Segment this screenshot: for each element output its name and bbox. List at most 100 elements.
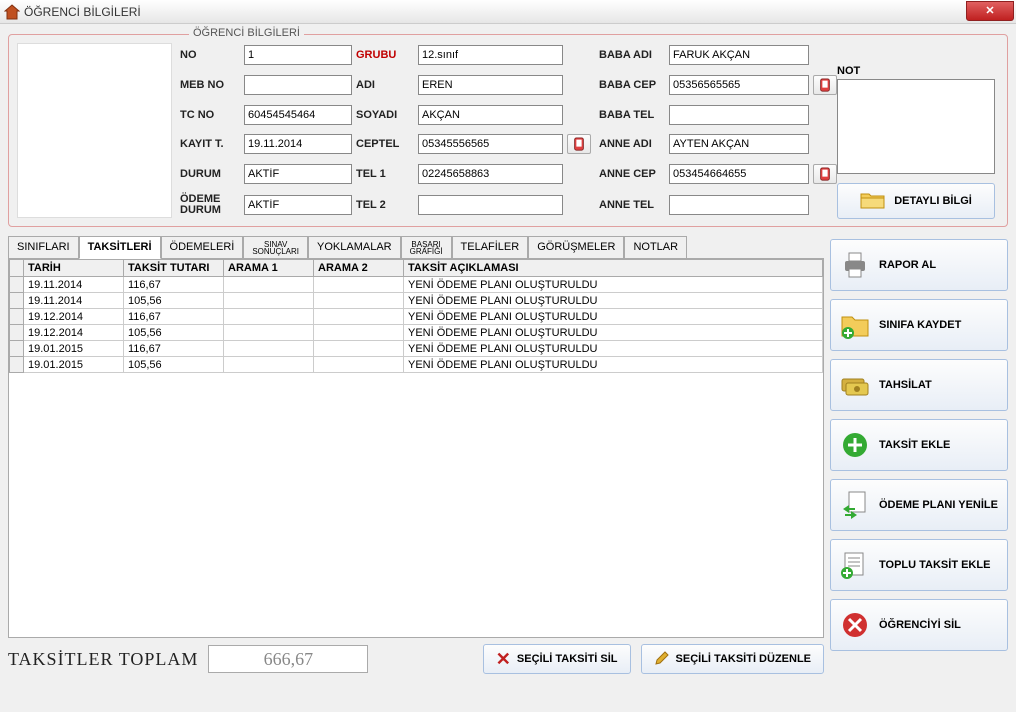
note-box: NOT DETAYLI BİLGİ (837, 65, 995, 219)
tab--demeleri-[interactable]: ÖDEMELERİ (161, 236, 244, 259)
tab-strip: SINIFLARITAKSİTLERİÖDEMELERİSINAVSONUÇLA… (8, 235, 824, 258)
input-annetel[interactable] (669, 195, 809, 215)
table-row[interactable]: 19.11.2014105,56YENİ ÖDEME PLANI OLUŞTUR… (10, 293, 823, 309)
label-soyadi: SOYADI (356, 109, 414, 121)
x-icon: ✕ (496, 649, 511, 670)
window-title: ÖĞRENCİ BİLGİLERİ (24, 5, 141, 19)
input-durum[interactable] (244, 164, 352, 184)
payment-button[interactable]: TAHSİLAT (830, 359, 1008, 411)
tab-panel: SINIFLARITAKSİTLERİÖDEMELERİSINAVSONUÇLA… (8, 235, 824, 674)
input-tel1[interactable] (418, 164, 563, 184)
app-icon (4, 4, 20, 20)
bottom-bar: TAKSİTLER TOPLAM 666,67 ✕ SEÇİLİ TAKSİTİ… (8, 644, 824, 674)
tab-telafi-ler[interactable]: TELAFİLER (452, 236, 529, 259)
label-babacep: BABA CEP (599, 79, 665, 91)
add-installment-button[interactable]: TAKSİT EKLE (830, 419, 1008, 471)
input-babatel[interactable] (669, 105, 809, 125)
label-babaadi: BABA ADI (599, 49, 665, 61)
input-no[interactable] (244, 45, 352, 65)
input-adi[interactable] (418, 75, 563, 95)
input-grubu[interactable] (418, 45, 563, 65)
refresh-doc-icon (839, 489, 871, 521)
add-installment-label: TAKSİT EKLE (879, 439, 950, 451)
label-no: NO (180, 49, 240, 61)
phone-button-annecep[interactable] (813, 164, 837, 184)
save-class-label: SINIFA KAYDET (879, 319, 961, 331)
input-mebno[interactable] (244, 75, 352, 95)
label-tcno: TC NO (180, 109, 240, 121)
label-annetel: ANNE TEL (599, 199, 665, 211)
label-grubu: GRUBU (356, 49, 414, 61)
x-circle-icon (839, 609, 871, 641)
window-close-button[interactable]: ✕ (966, 1, 1014, 21)
input-kayitt[interactable] (244, 134, 352, 154)
renew-plan-label: ÖDEME PLANI YENİLE (879, 499, 998, 511)
table-row[interactable]: 19.12.2014105,56YENİ ÖDEME PLANI OLUŞTUR… (10, 325, 823, 341)
table-row[interactable]: 19.12.2014116,67YENİ ÖDEME PLANI OLUŞTUR… (10, 309, 823, 325)
input-babacep[interactable] (669, 75, 809, 95)
label-not: NOT (837, 65, 995, 77)
textarea-not[interactable] (837, 79, 995, 174)
folder-icon (860, 190, 886, 213)
edit-selected-button[interactable]: SEÇİLİ TAKSİTİ DÜZENLE (641, 644, 824, 674)
bulk-installment-button[interactable]: TOPLU TAKSİT EKLE (830, 539, 1008, 591)
report-button[interactable]: RAPOR AL (830, 239, 1008, 291)
content-area: ÖĞRENCİ BİLGİLERİ NO GRUBU BABA ADI MEB … (0, 24, 1016, 712)
label-ceptel: CEPTEL (356, 138, 414, 150)
renew-plan-button[interactable]: ÖDEME PLANI YENİLE (830, 479, 1008, 531)
label-durum: DURUM (180, 168, 240, 180)
detail-info-button[interactable]: DETAYLI BİLGİ (837, 183, 995, 219)
label-tel1: TEL 1 (356, 168, 414, 180)
grid-taksitler[interactable]: TARİHTAKSİT TUTARIARAMA 1ARAMA 2TAKSİT A… (8, 258, 824, 638)
tab-ba-ari-grafi-i-[interactable]: BAŞARIGRAFİĞİ (401, 236, 452, 259)
tab-sinav-sonu-lari[interactable]: SINAVSONUÇLARI (243, 236, 308, 259)
save-class-button[interactable]: SINIFA KAYDET (830, 299, 1008, 351)
edit-selected-label: SEÇİLİ TAKSİTİ DÜZENLE (676, 653, 811, 665)
plus-circle-icon (839, 429, 871, 461)
student-photo (17, 43, 172, 218)
delete-selected-label: SEÇİLİ TAKSİTİ SİL (517, 653, 618, 665)
label-anneadi: ANNE ADI (599, 138, 665, 150)
input-ceptel[interactable] (418, 134, 563, 154)
delete-selected-button[interactable]: ✕ SEÇİLİ TAKSİTİ SİL (483, 644, 631, 674)
phone-button-babacep[interactable] (813, 75, 837, 95)
label-annecep: ANNE CEP (599, 168, 665, 180)
input-babaadi[interactable] (669, 45, 809, 65)
tab-notlar[interactable]: NOTLAR (624, 236, 687, 259)
groupbox-legend: ÖĞRENCİ BİLGİLERİ (189, 27, 304, 39)
table-row[interactable]: 19.11.2014116,67YENİ ÖDEME PLANI OLUŞTUR… (10, 277, 823, 293)
table-row[interactable]: 19.01.2015105,56YENİ ÖDEME PLANI OLUŞTUR… (10, 357, 823, 373)
pencil-icon (654, 650, 670, 669)
money-icon (839, 369, 871, 401)
side-buttons: RAPOR AL SINIFA KAYDET TAHSİLAT TAKSİT E… (830, 235, 1008, 674)
app-window: ÖĞRENCİ BİLGİLERİ ✕ ÖĞRENCİ BİLGİLERİ NO… (0, 0, 1016, 712)
student-info-groupbox: ÖĞRENCİ BİLGİLERİ NO GRUBU BABA ADI MEB … (8, 34, 1008, 227)
label-adi: ADI (356, 79, 414, 91)
folder-plus-icon (839, 309, 871, 341)
input-odemedurum[interactable] (244, 195, 352, 215)
label-tel2: TEL 2 (356, 199, 414, 211)
table-row[interactable]: 19.01.2015116,67YENİ ÖDEME PLANI OLUŞTUR… (10, 341, 823, 357)
payment-label: TAHSİLAT (879, 379, 932, 391)
tab-taksi-tleri-[interactable]: TAKSİTLERİ (79, 236, 161, 259)
tab-g-r-meler[interactable]: GÖRÜŞMELER (528, 236, 624, 259)
input-soyadi[interactable] (418, 105, 563, 125)
input-tcno[interactable] (244, 105, 352, 125)
tab-yoklamalar[interactable]: YOKLAMALAR (308, 236, 401, 259)
input-anneadi[interactable] (669, 134, 809, 154)
total-value: 666,67 (208, 645, 368, 673)
label-kayitt: KAYIT T. (180, 138, 240, 150)
delete-student-label: ÖĞRENCİYİ SİL (879, 619, 961, 631)
phone-button-ceptel[interactable] (567, 134, 591, 154)
titlebar: ÖĞRENCİ BİLGİLERİ ✕ (0, 0, 1016, 24)
total-label: TAKSİTLER TOPLAM (8, 649, 198, 670)
input-annecep[interactable] (669, 164, 809, 184)
label-odemedurum: ÖDEME DURUM (180, 194, 240, 216)
printer-icon (839, 249, 871, 281)
tab-siniflari[interactable]: SINIFLARI (8, 236, 79, 259)
bulk-installment-label: TOPLU TAKSİT EKLE (879, 559, 990, 571)
input-tel2[interactable] (418, 195, 563, 215)
list-plus-icon (839, 549, 871, 581)
delete-student-button[interactable]: ÖĞRENCİYİ SİL (830, 599, 1008, 651)
report-label: RAPOR AL (879, 259, 936, 271)
